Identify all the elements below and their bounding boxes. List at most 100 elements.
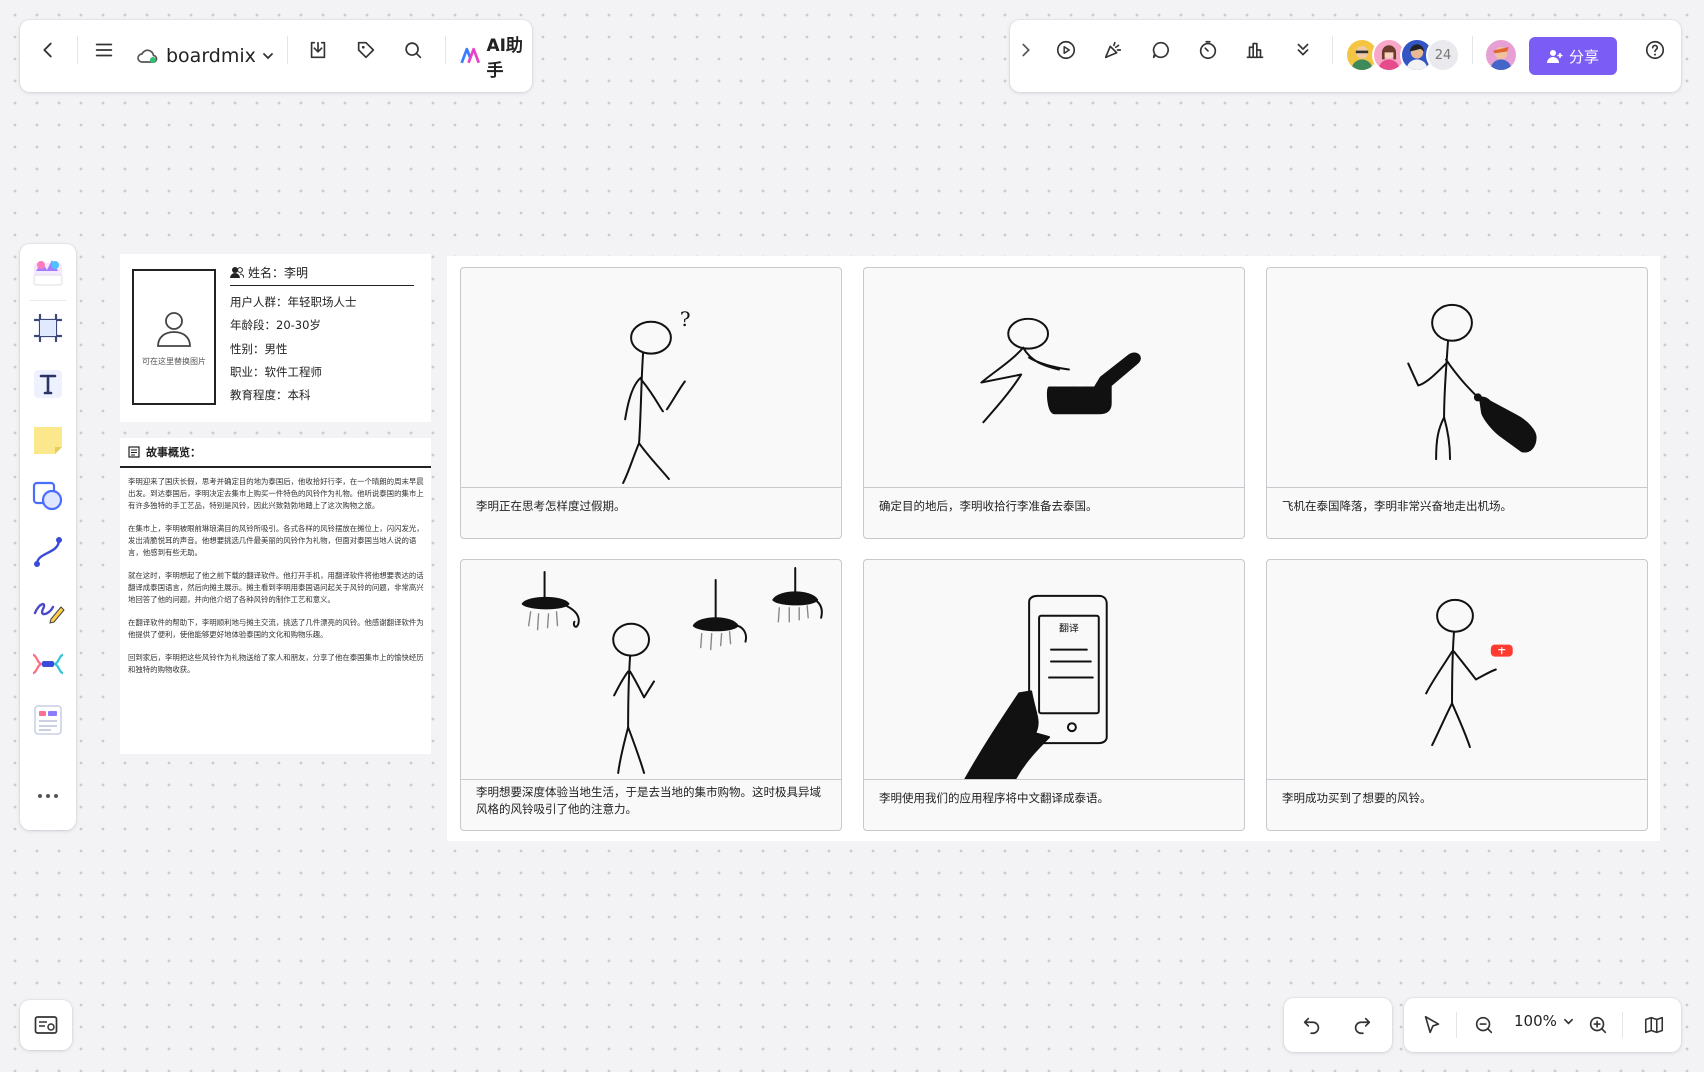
map-view-button[interactable]: [1638, 1009, 1670, 1041]
storyboard-frame-5[interactable]: 翻译 李明使用我们的应用程序将中文翻译成泰语。: [863, 559, 1245, 831]
frame-caption: 李明正在思考怎样度过假期。: [476, 499, 626, 513]
template-icon: [33, 260, 63, 286]
persona-gender: 性别：男性: [230, 342, 288, 356]
frame-caption: 李明使用我们的应用程序将中文翻译成泰语。: [879, 791, 1109, 805]
sketch-airport: [1267, 268, 1647, 488]
cursor-icon: [1424, 1015, 1440, 1034]
storyboard-frame-2[interactable]: 确定目的地后，李明收拾行李准备去泰国。: [863, 267, 1245, 539]
zoom-out-icon: [1475, 1016, 1493, 1034]
left-toolbar: [20, 244, 76, 830]
celebrate-icon: [1104, 41, 1122, 59]
minimap-icon: [34, 1016, 58, 1034]
shape-icon: [32, 481, 63, 511]
frame-caption: 李明想要深度体验当地生活，于是去当地的集市购物。这时极具异域风格的风铃吸引了他的…: [476, 785, 821, 816]
card-tool[interactable]: [30, 702, 66, 738]
zoom-in-button[interactable]: [1582, 1009, 1614, 1041]
minimap-button[interactable]: [20, 1000, 72, 1050]
zoom-level-dropdown[interactable]: 100%: [1514, 1012, 1574, 1030]
frame-caption: 确定目的地后，李明收拾行李准备去泰国。: [879, 499, 1098, 513]
tag-button[interactable]: [350, 34, 382, 66]
card-icon: [34, 705, 62, 735]
expand-icon: [1022, 43, 1030, 57]
share-button[interactable]: 分享: [1529, 37, 1617, 75]
collaborator-count[interactable]: 24: [1426, 38, 1460, 72]
history-controls: [1284, 998, 1392, 1052]
ai-assistant-button[interactable]: AI助手: [460, 36, 532, 81]
celebrate-button[interactable]: [1097, 34, 1129, 66]
frame-caption: 李明成功买到了想要的风铃。: [1282, 791, 1432, 805]
map-icon: [1644, 1016, 1664, 1034]
mindmap-tool[interactable]: [30, 646, 66, 682]
connector-icon: [34, 537, 62, 567]
sticky-note-icon: [34, 427, 62, 454]
storyboard-frame-4[interactable]: 李明想要深度体验当地生活，于是去当地的集市购物。这时极具异域风格的风铃吸引了他的…: [460, 559, 842, 831]
sketch-translation-app: 翻译: [864, 560, 1244, 780]
search-icon: [405, 42, 422, 59]
sketch-bought-chime: [1267, 560, 1647, 780]
zoom-in-icon: [1589, 1016, 1607, 1034]
expand-button[interactable]: [1014, 34, 1038, 66]
download-icon: [310, 41, 326, 59]
text-tool[interactable]: [30, 366, 66, 402]
persona-education: 教育程度：本科: [230, 388, 311, 402]
pen-tool[interactable]: [30, 590, 66, 626]
vote-button[interactable]: [1239, 34, 1271, 66]
story-title: 故事概览：: [146, 446, 201, 459]
persona-photo-placeholder[interactable]: 可在这里替换图片: [132, 269, 216, 405]
redo-icon: [1354, 1017, 1371, 1035]
timer-button[interactable]: [1192, 34, 1224, 66]
collab-toolbar: 24 分享: [1010, 20, 1681, 92]
story-paragraph: 就在这时，李明想起了他之前下载的翻译软件。他打开手机，用翻译软件将他想要表达的话…: [128, 571, 424, 604]
storyboard-frame-6[interactable]: 李明成功买到了想要的风铃。: [1266, 559, 1648, 831]
help-button[interactable]: [1639, 34, 1671, 66]
story-heading: 故事概览：: [120, 438, 431, 468]
persona-card[interactable]: 可在这里替换图片 姓名：李明 用户人群：年轻职场人士 年龄段：20-30岁 性别…: [120, 254, 431, 422]
sticky-note-tool[interactable]: [30, 422, 66, 458]
question-mark: ?: [680, 308, 691, 331]
sketch-market-wind-chimes: [461, 560, 841, 780]
shape-tool[interactable]: [30, 478, 66, 514]
story-overview-card[interactable]: 故事概览： 李明迎来了国庆长假，思考并确定目的地为泰国后，他收拾好行李，在一个晴…: [120, 438, 431, 754]
file-name-dropdown[interactable]: boardmix: [136, 42, 274, 70]
story-paragraph: 在翻译软件的帮助下，李明顺利地与摊主交流，挑选了几件漂亮的风铃。他感谢翻译软件为…: [128, 618, 424, 639]
file-name: boardmix: [166, 45, 256, 67]
undo-icon: [1303, 1017, 1320, 1035]
timer-icon: [1199, 40, 1217, 60]
story-paragraph: 在集市上，李明被眼前琳琅满目的风铃所吸引。各式各样的风铃摆放在摊位上，闪闪发光，…: [128, 524, 424, 557]
menu-button[interactable]: [88, 34, 120, 66]
user-icon: [157, 311, 191, 347]
photo-caption: 可在这里替换图片: [142, 356, 206, 366]
connector-tool[interactable]: [30, 534, 66, 570]
redo-button[interactable]: [1346, 1009, 1378, 1041]
download-button[interactable]: [302, 34, 334, 66]
storyboard-frame-1[interactable]: ? 李明正在思考怎样度过假期。: [460, 267, 842, 539]
search-button[interactable]: [397, 34, 429, 66]
tag-icon: [357, 41, 375, 59]
user-avatar[interactable]: [1484, 38, 1518, 72]
more-tools-button[interactable]: [30, 778, 66, 814]
more-tools-button[interactable]: [1287, 34, 1319, 66]
share-label: 分享: [1568, 47, 1599, 66]
select-tool-button[interactable]: [1416, 1009, 1448, 1041]
chevron-down-icon: [263, 53, 273, 60]
persona-name-text: 姓名：李明: [248, 266, 309, 280]
zoom-out-button[interactable]: [1468, 1009, 1500, 1041]
chevron-down-icon: [1563, 1018, 1573, 1025]
user-group-icon: [230, 267, 244, 279]
present-button[interactable]: [1050, 34, 1082, 66]
main-toolbar: boardmix AI助手: [20, 20, 532, 92]
phone-label: 翻译: [1059, 623, 1079, 635]
template-button[interactable]: [30, 254, 66, 290]
story-paragraph: 李明迎来了国庆长假，思考并确定目的地为泰国后，他收拾好行李，在一个晴朗的周末早晨…: [128, 477, 424, 510]
more-icon: [1297, 43, 1309, 56]
pen-icon: [33, 602, 65, 624]
undo-button[interactable]: [1296, 1009, 1328, 1041]
frame-tool[interactable]: [30, 310, 66, 346]
back-button[interactable]: [32, 34, 64, 66]
story-body: 李明迎来了国庆长假，思考并确定目的地为泰国后，他收拾好行李，在一个晴朗的周末早晨…: [128, 476, 426, 687]
storyboard-frame-3[interactable]: 飞机在泰国降落，李明非常兴奋地走出机场。: [1266, 267, 1648, 539]
vote-icon: [1246, 42, 1264, 59]
frame-caption: 飞机在泰国降落，李明非常兴奋地走出机场。: [1282, 499, 1512, 513]
comment-button[interactable]: [1145, 34, 1177, 66]
frame-icon: [34, 314, 62, 342]
